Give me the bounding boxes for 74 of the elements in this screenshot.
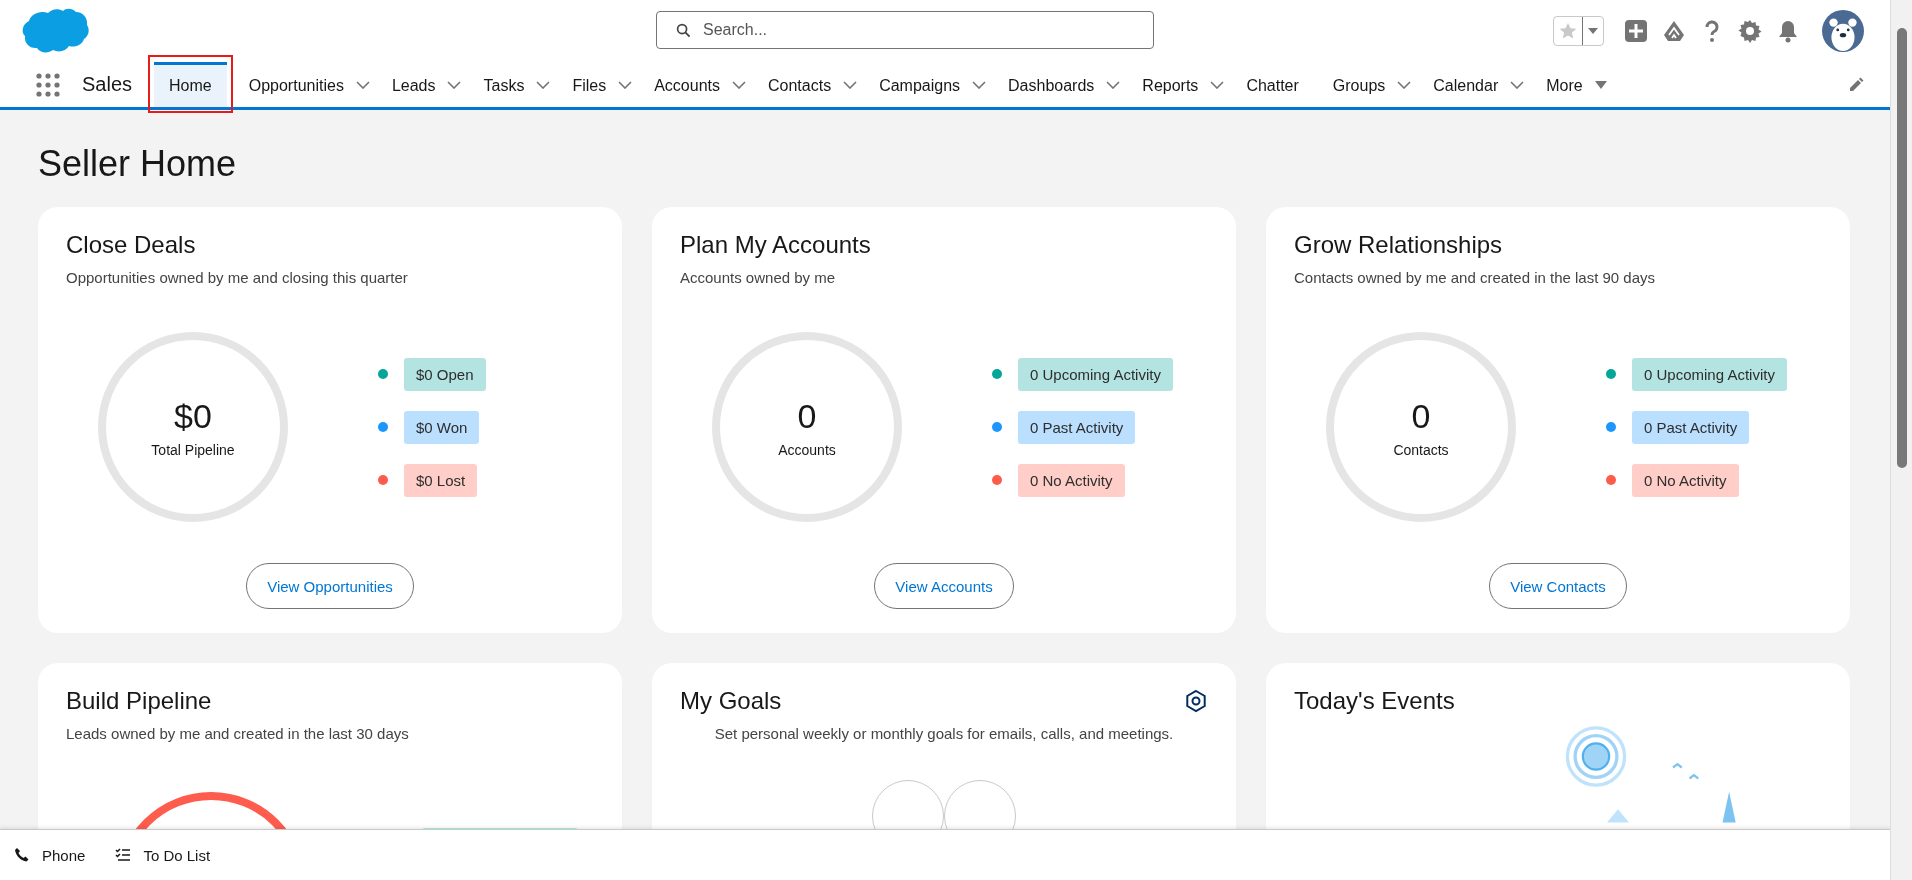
utility-item[interactable]: Phone — [42, 846, 86, 864]
card-title: Grow Relationships — [1294, 231, 1504, 259]
app-launcher-icon[interactable] — [36, 72, 60, 97]
legend-label: 0 Upcoming Activity — [1632, 357, 1787, 391]
legend-label: $0 Won — [404, 410, 480, 444]
phone-icon[interactable] — [14, 847, 30, 863]
utility-item[interactable]: To Do List — [143, 846, 211, 864]
scrollbar[interactable] — [1890, 0, 1912, 880]
total-value: 0 — [797, 396, 817, 436]
view-button[interactable]: View Opportunities — [246, 563, 414, 609]
total-value: $0 — [174, 396, 212, 436]
chevron-down-icon[interactable] — [1510, 80, 1525, 89]
nav-tab[interactable]: Dashboards — [1008, 62, 1107, 107]
nav-tab[interactable]: Chatter — [1246, 62, 1311, 107]
card-title: Build Pipeline — [66, 687, 212, 715]
search-icon — [676, 23, 691, 38]
chevron-down-icon[interactable] — [618, 80, 633, 89]
favorites-button[interactable] — [1553, 16, 1604, 46]
legend-label: 0 Upcoming Activity — [1018, 357, 1173, 391]
chevron-down-icon[interactable] — [355, 80, 370, 89]
legend-label: 0 No Activity — [1018, 463, 1125, 497]
caret-icon[interactable] — [1594, 80, 1607, 89]
app-name: Sales — [82, 73, 133, 96]
legend-label: 0 No Activity — [1632, 463, 1739, 497]
chevron-down-icon[interactable] — [536, 80, 551, 89]
total-label: Accounts — [778, 441, 836, 458]
avatar-icon[interactable] — [1822, 10, 1864, 52]
nav-tab[interactable]: Reports — [1142, 62, 1211, 107]
nav-tab[interactable]: Groups — [1332, 62, 1398, 107]
legend-label: 0 Past Activity — [1632, 410, 1750, 444]
card-subtitle: Accounts owned by me — [680, 269, 837, 286]
card-subtitle: Contacts owned by me and created in the last 90 days — [1294, 269, 1657, 286]
chevron-down-icon[interactable] — [447, 80, 462, 89]
edit-icon[interactable] — [1848, 76, 1864, 93]
nav-tab[interactable]: Tasks — [483, 62, 537, 107]
card-title: My Goals — [680, 687, 782, 715]
nav-tab[interactable]: Calendar — [1433, 62, 1511, 107]
total-value: 0 — [1411, 396, 1431, 436]
card-title: Close Deals — [66, 231, 197, 259]
card-subtitle: Leads owned by me and created in the last 30 days — [66, 725, 410, 742]
card-title: Today's Events — [1294, 687, 1455, 715]
nav-tab[interactable]: Files — [572, 62, 619, 107]
caret-icon — [1588, 28, 1598, 34]
chevron-down-icon[interactable] — [1106, 80, 1121, 89]
chevron-down-icon[interactable] — [1210, 80, 1225, 89]
search-field[interactable]: Search... — [656, 11, 1154, 49]
legend-label: $0 Open — [404, 357, 486, 391]
legend-label: $0 Lost — [404, 463, 478, 497]
settings-icon[interactable] — [1184, 689, 1208, 713]
legend-label: 0 Past Activity — [1018, 410, 1136, 444]
page-title: Seller Home — [38, 143, 238, 185]
checklist-icon[interactable] — [115, 847, 132, 863]
chevron-down-icon[interactable] — [732, 80, 746, 89]
chevron-down-icon[interactable] — [1397, 80, 1412, 89]
notifications-icon[interactable] — [1776, 19, 1800, 43]
mountain-icon[interactable] — [1662, 19, 1686, 43]
nav-tab[interactable]: Contacts — [768, 62, 844, 107]
chevron-down-icon[interactable] — [843, 80, 858, 89]
card-subtitle: Set personal weekly or monthly goals for emails, calls, and meetings. — [713, 725, 1175, 742]
nav-tab[interactable]: More — [1546, 62, 1595, 107]
card-title: Plan My Accounts — [680, 231, 872, 259]
nav-tab[interactable]: Home — [154, 62, 227, 107]
star-icon — [1559, 22, 1577, 40]
total-label: Total Pipeline — [151, 441, 235, 458]
view-button[interactable]: View Accounts — [874, 563, 1014, 609]
card-subtitle: Opportunities owned by me and closing this quarter — [66, 269, 409, 286]
total-label: Contacts — [1393, 441, 1449, 458]
nav-tab[interactable]: Leads — [391, 62, 448, 107]
nav-tab[interactable]: Opportunities — [248, 62, 356, 107]
nav-tab[interactable]: Campaigns — [879, 62, 973, 107]
nav-tab[interactable]: Accounts — [654, 62, 732, 107]
view-button[interactable]: View Contacts — [1489, 563, 1627, 609]
chevron-down-icon[interactable] — [972, 80, 987, 89]
add-icon[interactable] — [1624, 19, 1648, 43]
